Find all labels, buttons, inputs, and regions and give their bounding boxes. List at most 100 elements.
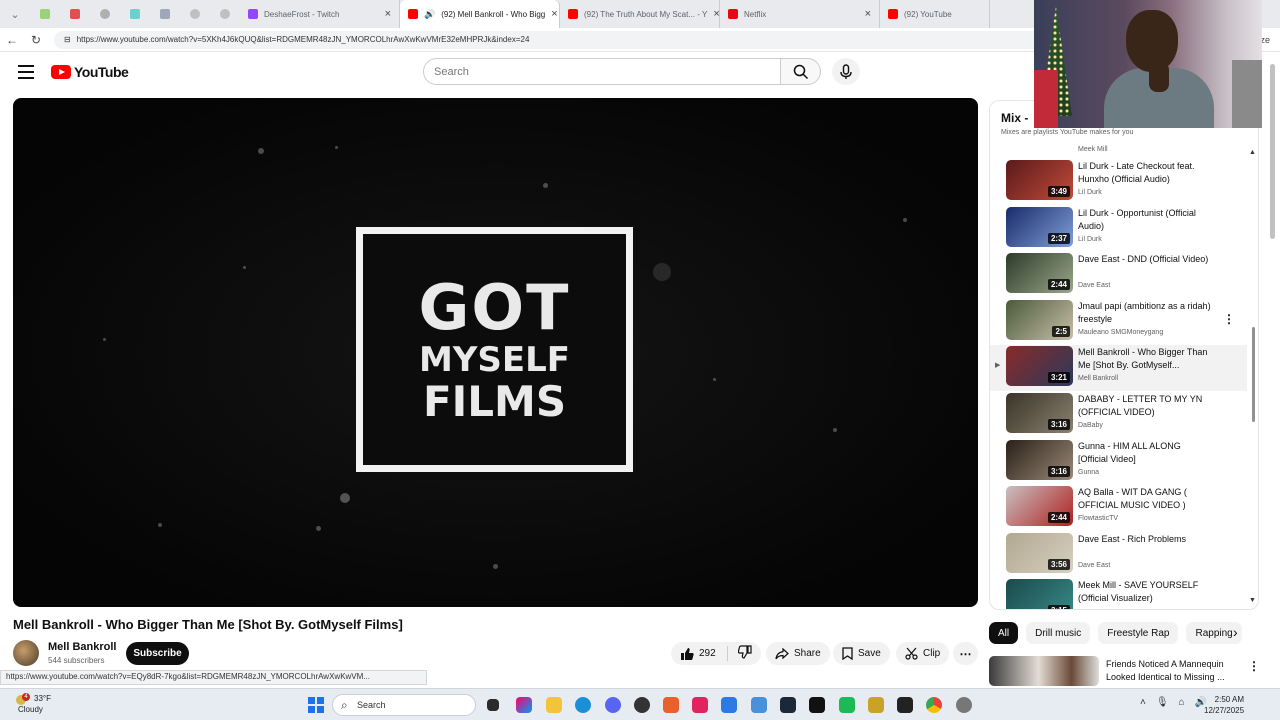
clip-button[interactable]: Clip [896, 642, 950, 665]
playlist-item-title[interactable]: DABABY - LETTER TO MY YN (OFFICIAL VIDEO… [1078, 393, 1213, 419]
file-explorer-icon[interactable] [546, 697, 562, 713]
recommended-title[interactable]: Friends Noticed A Mannequin Looked Ident… [1106, 658, 1246, 684]
playlist-item[interactable]: 2:44 AQ Balla - WIT DA GANG ( OFFICIAL MU… [990, 485, 1247, 531]
search-input[interactable]: Search [423, 58, 781, 85]
steam-icon[interactable] [780, 697, 796, 713]
tab-actions-chevron-icon[interactable]: ⌄ [0, 0, 30, 28]
scroll-up-arrow-icon[interactable]: ▲ [1249, 149, 1256, 156]
playlist-item[interactable]: 3:16 Gunna - HIM ALL ALONG [Official Vide… [990, 439, 1247, 485]
tab-youtube-truth[interactable]: (92) The Truth About My Scat... - Y × [560, 0, 720, 28]
remote-desktop-icon[interactable] [751, 697, 767, 713]
playlist-item-title[interactable]: Dave East - Rich Problems [1078, 533, 1213, 546]
playlist-item[interactable]: 2:44 Dave East - DND (Official Video) Dave… [990, 252, 1247, 298]
playlist-item[interactable]: 2:5 Jmaul papi (ambitionz as a ridah) fre… [990, 299, 1247, 345]
tab-netflix[interactable]: Netflix × [720, 0, 880, 28]
channel-name-link[interactable]: Mell Bankroll [48, 641, 116, 653]
tab-twitch[interactable]: DeshaeFrost - Twitch × [240, 0, 400, 28]
playlist-item-thumbnail[interactable]: 2:44 [1006, 253, 1073, 294]
kebab-menu-icon[interactable]: ⋮ [1223, 312, 1235, 326]
rockstar-icon[interactable] [868, 697, 884, 713]
app-grid-icon[interactable] [721, 697, 737, 713]
kebab-menu-icon[interactable]: ⋮ [1248, 659, 1260, 673]
playlist-item[interactable]: 3:56 Dave East - Rich Problems Dave East [990, 532, 1247, 578]
playlist-item-thumbnail[interactable]: 3:16 [1006, 393, 1073, 433]
pinned-tab-1[interactable] [30, 0, 60, 28]
page-scroll-thumb[interactable] [1270, 64, 1275, 239]
playlist-item[interactable]: 2:37 Lil Durk - Opportunist (Official Aud… [990, 206, 1247, 252]
close-tab-icon[interactable]: × [713, 8, 719, 20]
chip-all[interactable]: All [989, 622, 1019, 644]
tab-youtube-current[interactable]: 🔊 (92) Mell Bankroll - Who Bigg × [400, 0, 560, 28]
xbox-icon[interactable] [839, 697, 855, 713]
discord-icon[interactable] [605, 697, 621, 713]
channel-avatar[interactable] [13, 640, 39, 666]
playlist-item-thumbnail[interactable]: 3:16 [1006, 439, 1073, 480]
like-button[interactable]: 292 [680, 647, 716, 661]
back-arrow-icon[interactable]: ← [0, 33, 24, 47]
save-button[interactable]: Save [833, 642, 890, 665]
chip-drill-music[interactable]: Drill music [1026, 622, 1091, 644]
taskbar-search-input[interactable]: Search [332, 694, 476, 716]
playlist-item-title[interactable]: Jmaul papi (ambitionz as a ridah) freest… [1078, 300, 1213, 326]
search-button[interactable] [781, 58, 821, 85]
playlist-item-title[interactable]: Gunna - HIM ALL ALONG [Official Video] [1078, 440, 1213, 466]
voice-search-button[interactable] [832, 58, 860, 85]
hamburger-menu-icon[interactable] [18, 65, 34, 79]
obs-icon[interactable] [634, 697, 650, 713]
dislike-button[interactable] [737, 645, 752, 662]
playlist-item-thumbnail[interactable]: 2:5 [1006, 299, 1073, 340]
weather-widget[interactable]: 4 33°F Cloudy [16, 693, 51, 715]
playlist-item-title[interactable]: AQ Balla - WIT DA GANG ( OFFICIAL MUSIC … [1078, 486, 1213, 512]
recommended-video[interactable]: Friends Noticed A Mannequin Looked Ident… [989, 656, 1260, 686]
page-scrollbar[interactable] [1268, 54, 1278, 684]
windows-start-icon[interactable] [308, 697, 324, 713]
share-button[interactable]: Share [766, 642, 830, 665]
close-tab-icon[interactable]: × [865, 8, 871, 20]
chrome-icon[interactable] [926, 697, 942, 713]
edge-browser-icon[interactable] [575, 697, 591, 713]
pinned-tab-2[interactable] [60, 0, 90, 28]
playlist-scrollbar[interactable]: ▲ ▼ [1249, 147, 1257, 609]
tab-youtube-home[interactable]: (92) YouTube [880, 0, 990, 28]
taskbar-clock[interactable]: 2:50 AM 12/27/2025 [1204, 694, 1244, 716]
close-tab-icon[interactable]: × [551, 8, 557, 20]
playlist-item-thumbnail[interactable]: 3:15 [1006, 579, 1073, 609]
pinned-tab-4[interactable] [120, 0, 150, 28]
playlist-item-title[interactable]: Dave East - DND (Official Video) [1078, 253, 1213, 266]
playlist-scroll-thumb[interactable] [1252, 327, 1255, 422]
cod-icon[interactable] [897, 697, 913, 713]
reload-icon[interactable]: ↻ [24, 33, 48, 47]
youtube-logo[interactable]: YouTube [51, 64, 129, 80]
close-tab-icon[interactable]: × [385, 8, 391, 20]
site-info-icon[interactable]: ⊟ [64, 35, 71, 44]
playlist-item[interactable]: 3:16 DABABY - LETTER TO MY YN (OFFICIAL V… [990, 392, 1247, 438]
playlist-item[interactable]: 3:49 Lil Durk - Late Checkout feat. Hunxh… [990, 159, 1247, 205]
pinned-tab-3[interactable] [90, 0, 120, 28]
chevron-right-icon[interactable]: › [1233, 624, 1238, 640]
playlist-item-thumbnail[interactable]: 3:21 [1006, 346, 1073, 387]
pinned-tab-7[interactable] [210, 0, 240, 28]
playlist-item-thumbnail[interactable]: 3:49 [1006, 160, 1073, 200]
recommended-thumbnail[interactable] [989, 656, 1099, 686]
playlist-item-thumbnail[interactable]: 3:56 [1006, 532, 1073, 573]
playlist-item-title[interactable]: Lil Durk - Late Checkout feat. Hunxho (O… [1078, 160, 1213, 186]
scroll-down-arrow-icon[interactable]: ▼ [1249, 597, 1256, 604]
microphone-tray-icon[interactable]: 🎙 [1156, 697, 1169, 708]
app-launcher-icon[interactable] [663, 697, 679, 713]
copilot-icon[interactable] [516, 697, 532, 713]
playlist-item-title[interactable]: Lil Durk - Opportunist (Official Audio) [1078, 207, 1213, 233]
subscribe-button[interactable]: Subscribe [126, 642, 189, 665]
video-player[interactable]: GOT MYSELF FILMS [13, 98, 978, 607]
chip-freestyle-rap[interactable]: Freestyle Rap [1098, 622, 1179, 644]
tiktok-icon[interactable] [809, 697, 825, 713]
network-icon[interactable]: ⌂ [1179, 697, 1185, 708]
more-actions-icon[interactable]: ⋯ [953, 642, 978, 665]
tray-chevron-up-icon[interactable]: ˄ [1140, 697, 1146, 708]
task-view-icon[interactable] [487, 699, 499, 711]
playlist-item-title[interactable]: Meek Mill - SAVE YOURSELF (Official Visu… [1078, 579, 1213, 605]
speaker-icon[interactable]: 🔊 [424, 9, 435, 20]
playlist-item-title[interactable]: Mell Bankroll - Who Bigger Than Me [Shot… [1078, 346, 1213, 372]
playlist-item[interactable]: ▶ 3:21 Mell Bankroll - Who Bigger Than Me … [990, 345, 1247, 392]
settings-gear-icon[interactable] [956, 697, 972, 713]
pinned-tab-5[interactable] [150, 0, 180, 28]
